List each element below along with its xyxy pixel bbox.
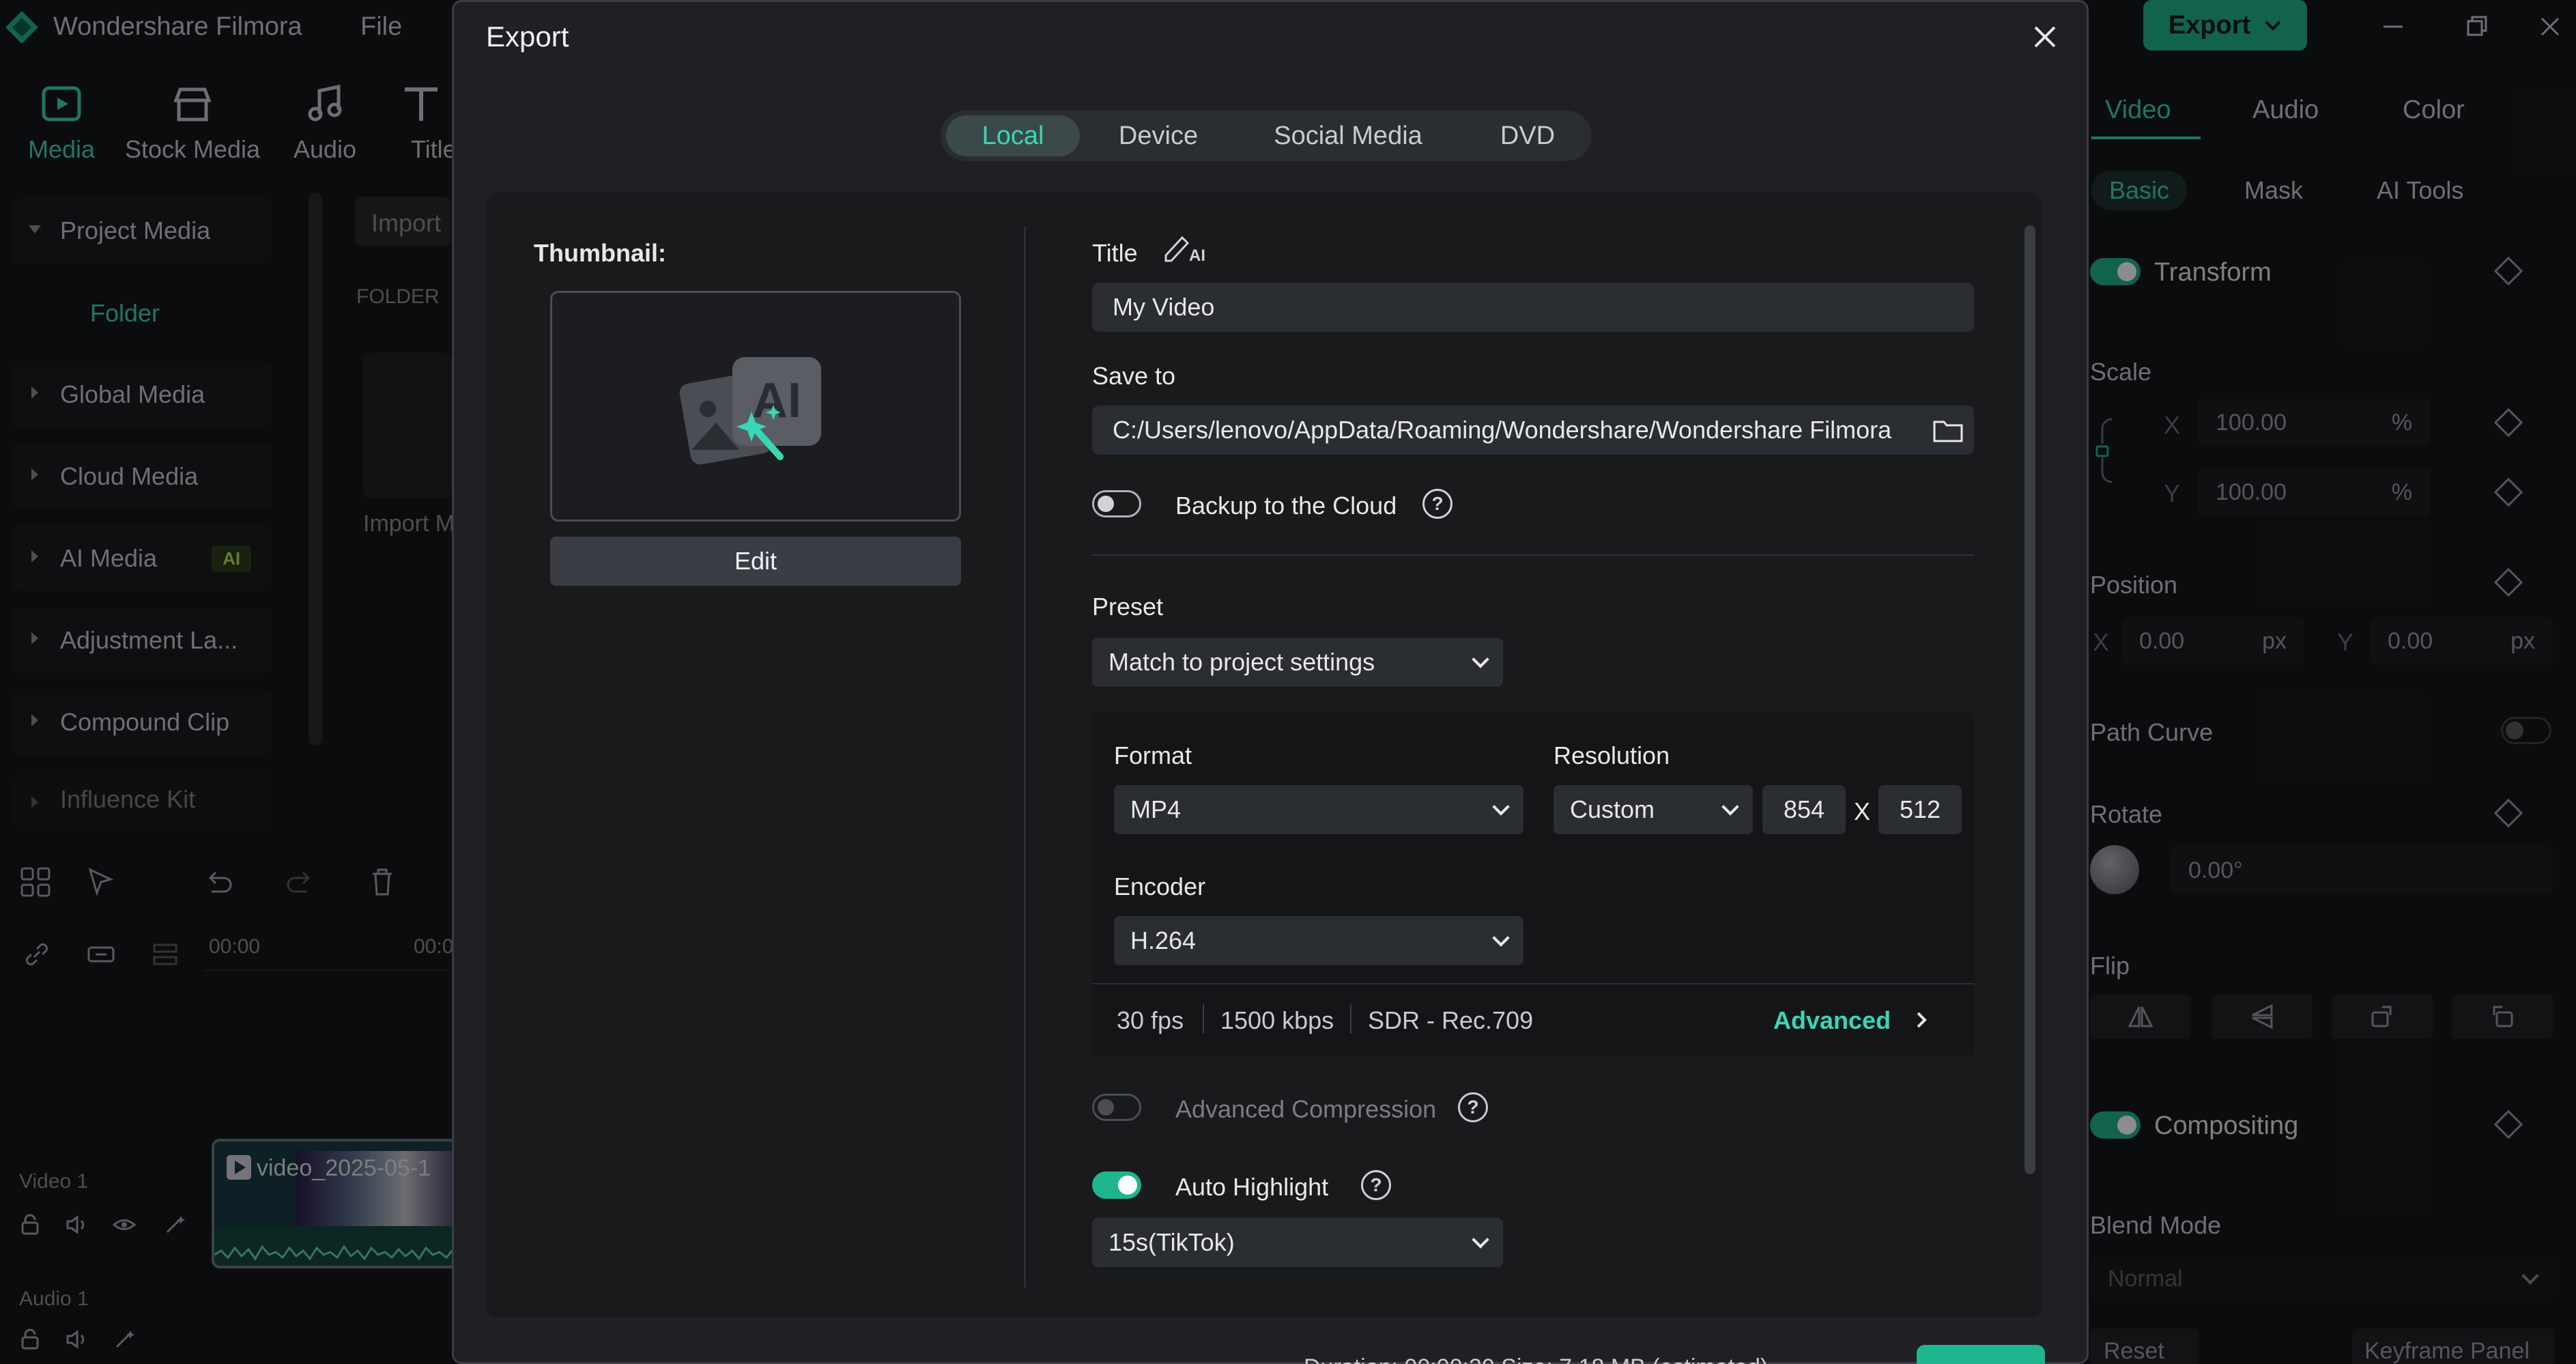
svg-text:AI: AI	[752, 373, 801, 428]
help-icon[interactable]: ?	[1422, 489, 1452, 519]
chevron-down-icon	[1472, 651, 1489, 668]
dialog-scrollbar[interactable]	[2024, 225, 2035, 1174]
tab-local[interactable]: Local	[946, 115, 1080, 156]
chevron-down-icon	[1721, 798, 1739, 816]
chevron-down-icon	[1492, 929, 1510, 947]
fps-info: 30 fps	[1117, 1006, 1184, 1034]
format-value: MP4	[1130, 795, 1182, 823]
backup-cloud-toggle[interactable]	[1092, 490, 1141, 517]
save-to-label: Save to	[1092, 362, 1176, 390]
encoder-select[interactable]: H.264	[1114, 916, 1523, 965]
close-icon[interactable]	[2026, 18, 2064, 56]
encoder-value: H.264	[1130, 926, 1197, 954]
info-separator	[1350, 1004, 1351, 1034]
svg-text:AI: AI	[1189, 246, 1205, 265]
tab-social-media[interactable]: Social Media	[1249, 111, 1447, 161]
highlight-duration-select[interactable]: 15s(TikTok)	[1092, 1218, 1503, 1267]
tab-device[interactable]: Device	[1093, 111, 1223, 161]
resolution-width-input[interactable]: 854	[1762, 785, 1846, 834]
resolution-value: Custom	[1570, 795, 1655, 823]
format-label: Format	[1114, 741, 1192, 769]
chevron-down-icon	[1492, 798, 1510, 816]
help-icon[interactable]: ?	[1361, 1170, 1391, 1200]
preset-select[interactable]: Match to project settings	[1092, 638, 1503, 687]
title-input[interactable]: My Video	[1092, 283, 1974, 332]
thumbnail-label: Thumbnail:	[534, 239, 666, 267]
save-to-value: C:/Users/lenovo/AppData/Roaming/Wondersh…	[1113, 416, 1892, 444]
advanced-compression-toggle[interactable]	[1092, 1094, 1141, 1121]
preset-label: Preset	[1092, 593, 1164, 621]
bitrate-info: 1500 kbps	[1220, 1006, 1334, 1034]
res-height-value: 512	[1899, 795, 1941, 823]
resolution-x: X	[1854, 797, 1871, 825]
ai-thumbnail-icon: AI	[678, 354, 835, 470]
duration-size-info: Duration: 00:00:20 Size: 7.18 MB (estima…	[1304, 1354, 1768, 1364]
resolution-select[interactable]: Custom	[1554, 785, 1753, 834]
column-divider	[1024, 227, 1026, 1288]
resolution-height-input[interactable]: 512	[1878, 785, 1962, 834]
info-separator	[1203, 1004, 1204, 1034]
tab-dvd[interactable]: DVD	[1468, 111, 1588, 161]
advanced-link[interactable]: Advanced	[1773, 1006, 1891, 1035]
save-to-input[interactable]: C:/Users/lenovo/AppData/Roaming/Wondersh…	[1092, 406, 1974, 455]
edit-label: Edit	[734, 547, 777, 575]
format-divider	[1092, 983, 1974, 984]
dialog-title: Export	[486, 20, 569, 53]
auto-highlight-toggle[interactable]	[1092, 1171, 1141, 1199]
export-confirm-button[interactable]	[1917, 1345, 2045, 1364]
chevron-down-icon	[1472, 1231, 1489, 1249]
section-divider	[1092, 554, 1974, 556]
color-space-info: SDR - Rec.709	[1368, 1006, 1534, 1034]
format-settings-panel	[1092, 711, 1974, 1057]
ai-rename-icon[interactable]: AI	[1162, 231, 1210, 265]
chevron-right-icon[interactable]	[1911, 1006, 1932, 1034]
backup-cloud-label: Backup to the Cloud	[1175, 492, 1397, 520]
advanced-compression-label: Advanced Compression	[1175, 1095, 1437, 1123]
folder-icon[interactable]	[1928, 412, 1969, 448]
help-icon[interactable]: ?	[1458, 1092, 1488, 1122]
highlight-value: 15s(TikTok)	[1108, 1228, 1235, 1256]
encoder-label: Encoder	[1114, 872, 1206, 900]
preset-value: Match to project settings	[1108, 648, 1375, 676]
title-label: Title	[1092, 239, 1138, 267]
resolution-label: Resolution	[1554, 741, 1670, 769]
auto-highlight-label: Auto Highlight	[1175, 1173, 1329, 1201]
edit-thumbnail-button[interactable]: Edit	[550, 537, 961, 586]
thumbnail-preview[interactable]: AI	[550, 291, 961, 522]
format-select[interactable]: MP4	[1114, 785, 1523, 834]
res-width-value: 854	[1783, 795, 1825, 823]
title-value: My Video	[1113, 293, 1215, 321]
